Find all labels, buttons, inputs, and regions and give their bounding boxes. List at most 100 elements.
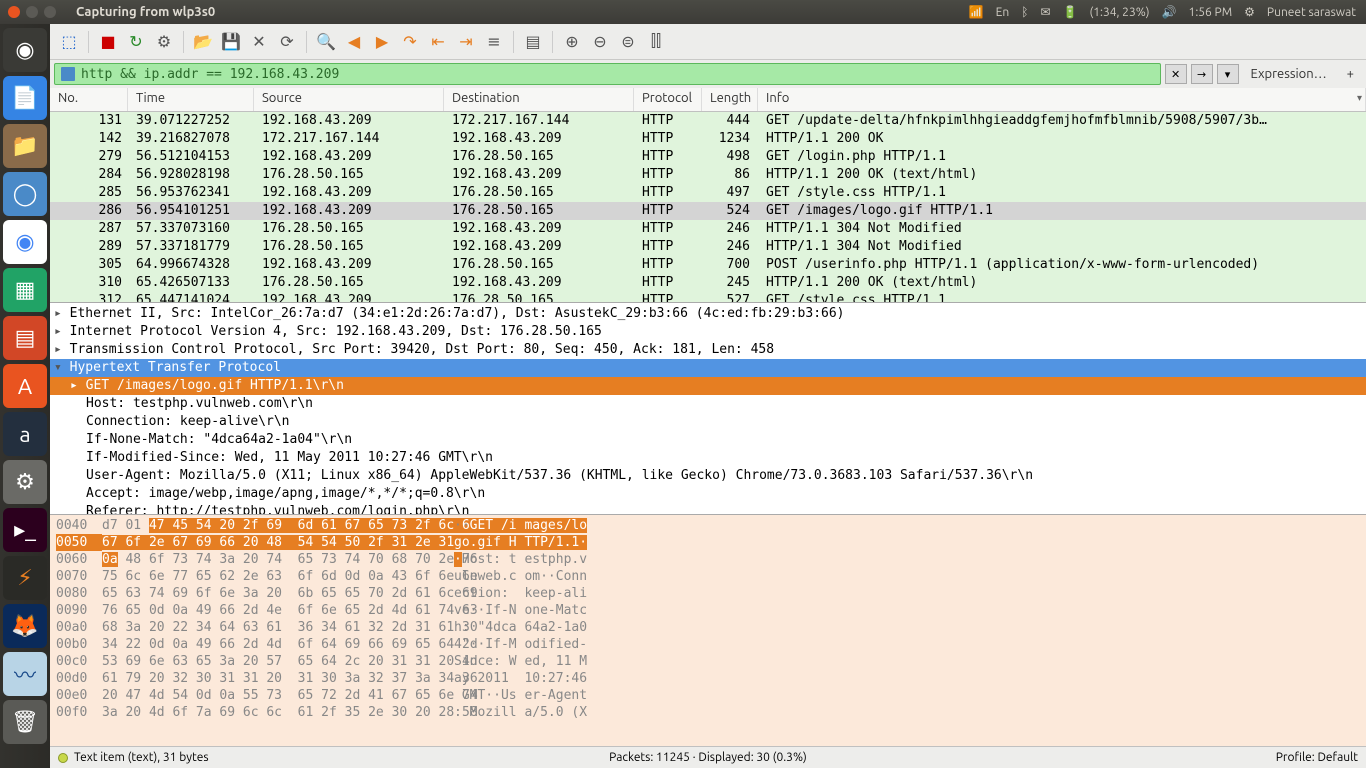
packet-row[interactable]: 30564.996674328192.168.43.209176.28.50.1… [50, 256, 1366, 274]
column-protocol[interactable]: Protocol [634, 88, 702, 111]
hex-row[interactable]: 00600a 48 6f 73 74 3a 20 74 65 73 74 70 … [56, 551, 1360, 568]
go-back-button[interactable]: ◀ [341, 29, 367, 55]
bluetooth-icon[interactable]: ᛒ [1021, 6, 1028, 19]
launcher-text-editor[interactable]: 📄 [3, 76, 47, 120]
column-time[interactable]: Time [128, 88, 254, 111]
detail-http-header[interactable]: Referer: http://testphp.vulnweb.com/logi… [50, 503, 1366, 514]
hex-row[interactable]: 00a068 3a 20 22 34 64 63 61 36 34 61 32 … [56, 619, 1360, 636]
packet-row[interactable]: 31065.426507133176.28.50.165192.168.43.2… [50, 274, 1366, 292]
packet-row[interactable]: 28957.337181779176.28.50.165192.168.43.2… [50, 238, 1366, 256]
expression-button[interactable]: Expression… [1243, 67, 1335, 81]
close-icon[interactable] [8, 6, 20, 18]
display-filter-input[interactable]: http && ip.addr == 192.168.43.209 [54, 63, 1161, 85]
expert-info-icon[interactable] [58, 753, 68, 763]
detail-tcp[interactable]: Transmission Control Protocol, Src Port:… [50, 341, 1366, 359]
auto-scroll-button[interactable]: ≡ [481, 29, 507, 55]
launcher-terminal[interactable]: ▸_ [3, 508, 47, 552]
reload-button[interactable]: ⟳ [274, 29, 300, 55]
detail-http-header[interactable]: Connection: keep-alive\r\n [50, 413, 1366, 431]
hex-row[interactable]: 005067 6f 2e 67 69 66 20 48 54 54 50 2f … [56, 534, 1360, 551]
go-to-packet-button[interactable]: ↷ [397, 29, 423, 55]
launcher-zap[interactable]: ⚡ [3, 556, 47, 600]
column-source[interactable]: Source [254, 88, 444, 111]
launcher-firefox[interactable]: 🦊 [3, 604, 47, 648]
wireshark-logo-icon[interactable]: ⬚ [56, 29, 82, 55]
gear-icon[interactable]: ⚙ [1244, 5, 1255, 19]
hex-row[interactable]: 00d061 79 20 32 30 31 31 20 31 30 3a 32 … [56, 670, 1360, 687]
packet-details-pane[interactable]: Ethernet II, Src: IntelCor_26:7a:d7 (34:… [50, 302, 1366, 514]
save-file-button[interactable]: 💾 [218, 29, 244, 55]
capture-options-button[interactable]: ⚙ [151, 29, 177, 55]
packet-row[interactable]: 28656.954101251192.168.43.209176.28.50.1… [50, 202, 1366, 220]
clock[interactable]: 1:56 PM [1189, 6, 1233, 19]
launcher-calc[interactable]: ▦ [3, 268, 47, 312]
detail-http[interactable]: Hypertext Transfer Protocol [50, 359, 1366, 377]
column-length[interactable]: Length [702, 88, 758, 111]
launcher-chrome[interactable]: ◉ [3, 220, 47, 264]
mail-icon[interactable]: ✉ [1040, 5, 1050, 19]
launcher-chromium[interactable]: ◯ [3, 172, 47, 216]
packet-row[interactable]: 28556.953762341192.168.43.209176.28.50.1… [50, 184, 1366, 202]
column-no[interactable]: No. [50, 88, 128, 111]
hex-row[interactable]: 00f03a 20 4d 6f 7a 69 6c 6c 61 2f 35 2e … [56, 704, 1360, 721]
launcher-settings[interactable]: ⚙ [3, 460, 47, 504]
lang-indicator[interactable]: En [996, 6, 1010, 19]
user-name[interactable]: Puneet saraswat [1267, 6, 1356, 19]
minimize-icon[interactable] [26, 6, 38, 18]
filter-clear-button[interactable]: ✕ [1165, 64, 1187, 84]
zoom-reset-button[interactable]: ⊜ [615, 29, 641, 55]
go-forward-button[interactable]: ▶ [369, 29, 395, 55]
filter-recent-button[interactable]: ▾ [1217, 64, 1239, 84]
find-packet-button[interactable]: 🔍 [313, 29, 339, 55]
packet-row[interactable]: 14239.216827078172.217.167.144192.168.43… [50, 130, 1366, 148]
launcher-software[interactable]: A [3, 364, 47, 408]
stop-capture-button[interactable]: ■ [95, 29, 121, 55]
wifi-icon[interactable]: 📶 [969, 5, 984, 19]
zoom-in-button[interactable]: ⊕ [559, 29, 585, 55]
packet-list[interactable]: 13139.071227252192.168.43.209172.217.167… [50, 112, 1366, 302]
packet-row[interactable]: 27956.512104153192.168.43.209176.28.50.1… [50, 148, 1366, 166]
detail-http-request[interactable]: GET /images/logo.gif HTTP/1.1\r\n [50, 377, 1366, 395]
launcher-dash[interactable]: ◉ [3, 28, 47, 72]
packet-row[interactable]: 31265.447141024192.168.43.209176.28.50.1… [50, 292, 1366, 302]
go-first-button[interactable]: ⇤ [425, 29, 451, 55]
launcher-wireshark[interactable]: 〰 [3, 652, 47, 696]
hex-row[interactable]: 007075 6c 6e 77 65 62 2e 63 6f 6d 0d 0a … [56, 568, 1360, 585]
filter-bookmark-icon[interactable] [61, 67, 75, 81]
column-info[interactable]: Info [758, 88, 1366, 111]
hex-row[interactable]: 008065 63 74 69 6f 6e 3a 20 6b 65 65 70 … [56, 585, 1360, 602]
detail-http-header[interactable]: If-Modified-Since: Wed, 11 May 2011 10:2… [50, 449, 1366, 467]
maximize-icon[interactable] [44, 6, 56, 18]
detail-http-header[interactable]: Host: testphp.vulnweb.com\r\n [50, 395, 1366, 413]
volume-icon[interactable]: 🔊 [1162, 5, 1177, 19]
packet-row[interactable]: 13139.071227252192.168.43.209172.217.167… [50, 112, 1366, 130]
column-menu-icon[interactable]: ▾ [1357, 92, 1362, 104]
hex-row[interactable]: 00b034 22 0d 0a 49 66 2d 4d 6f 64 69 66 … [56, 636, 1360, 653]
filter-apply-button[interactable]: → [1191, 64, 1213, 84]
restart-capture-button[interactable]: ↻ [123, 29, 149, 55]
hex-row[interactable]: 00e020 47 4d 54 0d 0a 55 73 65 72 2d 41 … [56, 687, 1360, 704]
hex-row[interactable]: 0040d7 01 47 45 54 20 2f 69 6d 61 67 65 … [56, 517, 1360, 534]
launcher-trash[interactable]: 🗑 [3, 700, 47, 744]
add-filter-button[interactable]: + [1339, 67, 1362, 81]
packet-bytes-pane[interactable]: 0040d7 01 47 45 54 20 2f 69 6d 61 67 65 … [50, 514, 1366, 746]
go-last-button[interactable]: ⇥ [453, 29, 479, 55]
detail-http-header[interactable]: User-Agent: Mozilla/5.0 (X11; Linux x86_… [50, 467, 1366, 485]
colorize-button[interactable]: ▤ [520, 29, 546, 55]
close-file-button[interactable]: ✕ [246, 29, 272, 55]
battery-icon[interactable]: 🔋 [1062, 5, 1077, 19]
detail-http-header[interactable]: If-None-Match: "4dca64a2-1a04"\r\n [50, 431, 1366, 449]
status-profile[interactable]: Profile: Default [925, 751, 1358, 764]
detail-ethernet[interactable]: Ethernet II, Src: IntelCor_26:7a:d7 (34:… [50, 305, 1366, 323]
hex-row[interactable]: 009076 65 0d 0a 49 66 2d 4e 6f 6e 65 2d … [56, 602, 1360, 619]
packet-row[interactable]: 28456.928028198176.28.50.165192.168.43.2… [50, 166, 1366, 184]
launcher-impress[interactable]: ▤ [3, 316, 47, 360]
detail-http-header[interactable]: Accept: image/webp,image/apng,image/*,*/… [50, 485, 1366, 503]
resize-columns-button[interactable]: ⫿⫿ [643, 29, 669, 55]
launcher-files[interactable]: 📁 [3, 124, 47, 168]
open-file-button[interactable]: 📂 [190, 29, 216, 55]
launcher-amazon[interactable]: a [3, 412, 47, 456]
packet-row[interactable]: 28757.337073160176.28.50.165192.168.43.2… [50, 220, 1366, 238]
zoom-out-button[interactable]: ⊖ [587, 29, 613, 55]
detail-ip[interactable]: Internet Protocol Version 4, Src: 192.16… [50, 323, 1366, 341]
